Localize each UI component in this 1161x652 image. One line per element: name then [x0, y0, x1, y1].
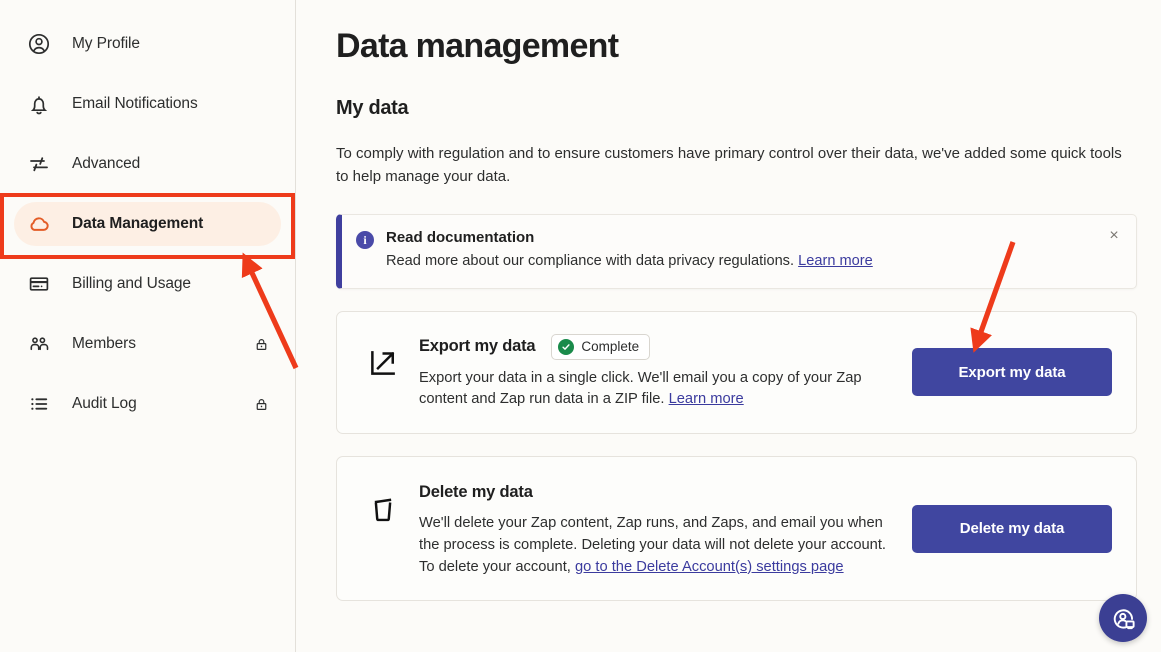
delete-account-settings-link[interactable]: go to the Delete Account(s) settings pag… [575, 559, 844, 575]
export-card-title: Export my data [419, 337, 536, 356]
sidebar-item-members[interactable]: Members [14, 322, 281, 366]
sidebar-item-billing-and-usage[interactable]: Billing and Usage [14, 262, 281, 306]
sidebar-nav: My Profile Email Notifications Advanced … [0, 0, 296, 652]
user-circle-icon [24, 29, 54, 59]
info-icon: i [356, 231, 374, 250]
status-badge-label: Complete [581, 339, 640, 355]
credit-card-icon [24, 269, 54, 299]
export-card-description: Export your data in a single click. We'l… [419, 368, 886, 412]
sidebar-item-label: Advanced [72, 155, 141, 172]
check-circle-icon [558, 338, 575, 355]
export-card-header: Export my data Complete [419, 333, 886, 360]
main-content: Data management My data To comply with r… [296, 0, 1161, 652]
export-card-description-text: Export your data in a single click. We'l… [419, 369, 862, 408]
delete-my-data-card: Delete my data We'll delete your Zap con… [336, 456, 1137, 602]
sidebar-item-label: Billing and Usage [72, 275, 191, 292]
export-my-data-button[interactable]: Export my data [912, 348, 1112, 397]
delete-my-data-button[interactable]: Delete my data [912, 504, 1112, 553]
status-badge: Complete [551, 333, 651, 360]
sidebar-item-audit-log[interactable]: Audit Log [14, 382, 281, 426]
export-arrow-icon [361, 334, 405, 378]
list-icon [24, 389, 54, 419]
banner-body-text: Read more about our compliance with data… [386, 253, 795, 270]
delete-card-action: Delete my data [900, 504, 1112, 553]
bell-icon [24, 89, 54, 119]
sidebar-item-email-notifications[interactable]: Email Notifications [14, 82, 281, 126]
sidebar-item-label: Email Notifications [72, 95, 198, 112]
section-title: My data [336, 96, 409, 119]
lock-icon [253, 396, 269, 412]
banner-title: Read documentation [386, 229, 535, 247]
delete-card-title: Delete my data [419, 482, 533, 501]
delete-card-body: Delete my data We'll delete your Zap con… [405, 479, 900, 578]
page-title: Data management [336, 27, 619, 65]
sidebar-item-advanced[interactable]: Advanced [14, 142, 281, 186]
sidebar-item-label: Data Management [72, 215, 204, 232]
sidebar-item-label: Members [72, 335, 136, 352]
close-icon[interactable]: × [1105, 227, 1123, 245]
banner-learn-more-link[interactable]: Learn more [798, 253, 873, 269]
export-my-data-card: Export my data Complete Export your data… [336, 310, 1137, 435]
support-agent-icon[interactable] [1099, 594, 1147, 642]
sidebar-item-label: My Profile [72, 35, 140, 52]
export-card-body: Export my data Complete Export your data… [405, 333, 900, 412]
sidebar-item-data-management[interactable]: Data Management [14, 202, 281, 246]
banner-text-group: Read documentation Read more about our c… [386, 229, 873, 271]
lock-icon [253, 336, 269, 352]
section-description: To comply with regulation and to ensure … [336, 144, 1122, 186]
sidebar-item-label: Audit Log [72, 395, 137, 412]
export-learn-more-link[interactable]: Learn more [669, 391, 744, 407]
settings-page: My Profile Email Notifications Advanced … [0, 0, 1161, 652]
users-icon [24, 329, 54, 359]
cloud-icon [24, 209, 54, 239]
delete-card-header: Delete my data [419, 479, 886, 505]
delete-card-description: We'll delete your Zap content, Zap runs,… [419, 513, 886, 578]
export-card-action: Export my data [900, 348, 1112, 397]
sliders-icon [24, 149, 54, 179]
read-documentation-banner: i Read documentation Read more about our… [336, 214, 1137, 289]
sidebar-item-my-profile[interactable]: My Profile [14, 22, 281, 66]
banner-body: Read more about our compliance with data… [386, 251, 873, 271]
trash-icon [361, 479, 405, 525]
